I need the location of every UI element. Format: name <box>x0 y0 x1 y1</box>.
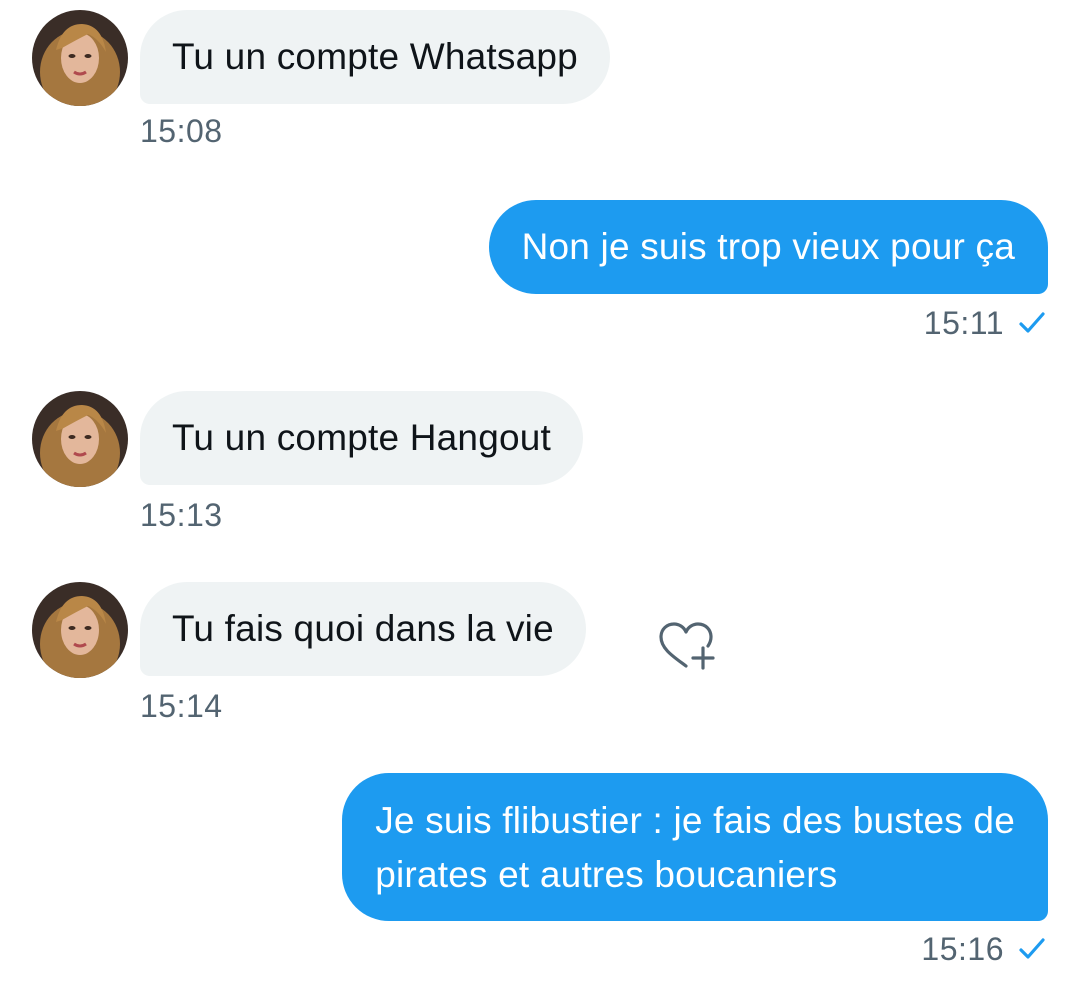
message-text-line: pirates et autres boucaniers <box>375 854 838 895</box>
received-message-bubble[interactable]: Tu un compte Hangout <box>140 391 584 485</box>
sent-message-meta: 15:11 <box>924 303 1046 343</box>
message-timestamp: 15:08 <box>140 113 223 149</box>
avatar-photo <box>32 391 128 487</box>
message-text: Tu un compte Whatsapp <box>172 36 578 77</box>
avatar[interactable] <box>32 391 128 487</box>
avatar-photo <box>32 10 128 106</box>
received-message-bubble[interactable]: Tu fais quoi dans la vie <box>140 582 586 676</box>
sent-message-meta: 15:16 <box>921 929 1046 969</box>
sent-check-icon <box>1019 938 1045 959</box>
message-timestamp: 15:16 <box>921 931 1004 967</box>
add-reaction-button[interactable] <box>656 622 718 672</box>
message-timestamp: 15:14 <box>140 688 223 724</box>
message-timestamp: 15:13 <box>140 497 223 533</box>
message-text: Tu fais quoi dans la vie <box>172 608 554 649</box>
heart-plus-icon <box>659 622 715 670</box>
avatar[interactable] <box>32 10 128 106</box>
avatar-photo <box>32 582 128 678</box>
message-text: Non je suis trop vieux pour ça <box>521 226 1015 267</box>
message-timestamp: 15:11 <box>923 305 1004 341</box>
message-text: Tu un compte Hangout <box>172 417 552 458</box>
received-message-bubble[interactable]: Tu un compte Whatsapp <box>140 10 610 104</box>
sent-message-bubble[interactable]: Non je suis trop vieux pour ça <box>488 200 1048 294</box>
avatar[interactable] <box>32 582 128 678</box>
sent-message-bubble[interactable]: Je suis flibustier : je fais des bustes … <box>342 773 1048 921</box>
sent-check-icon <box>1019 312 1045 333</box>
dm-conversation: Tu un compte Whatsapp 15:08 Non je suis … <box>0 0 1080 999</box>
message-text-line: Je suis flibustier : je fais des bustes … <box>375 800 1015 841</box>
